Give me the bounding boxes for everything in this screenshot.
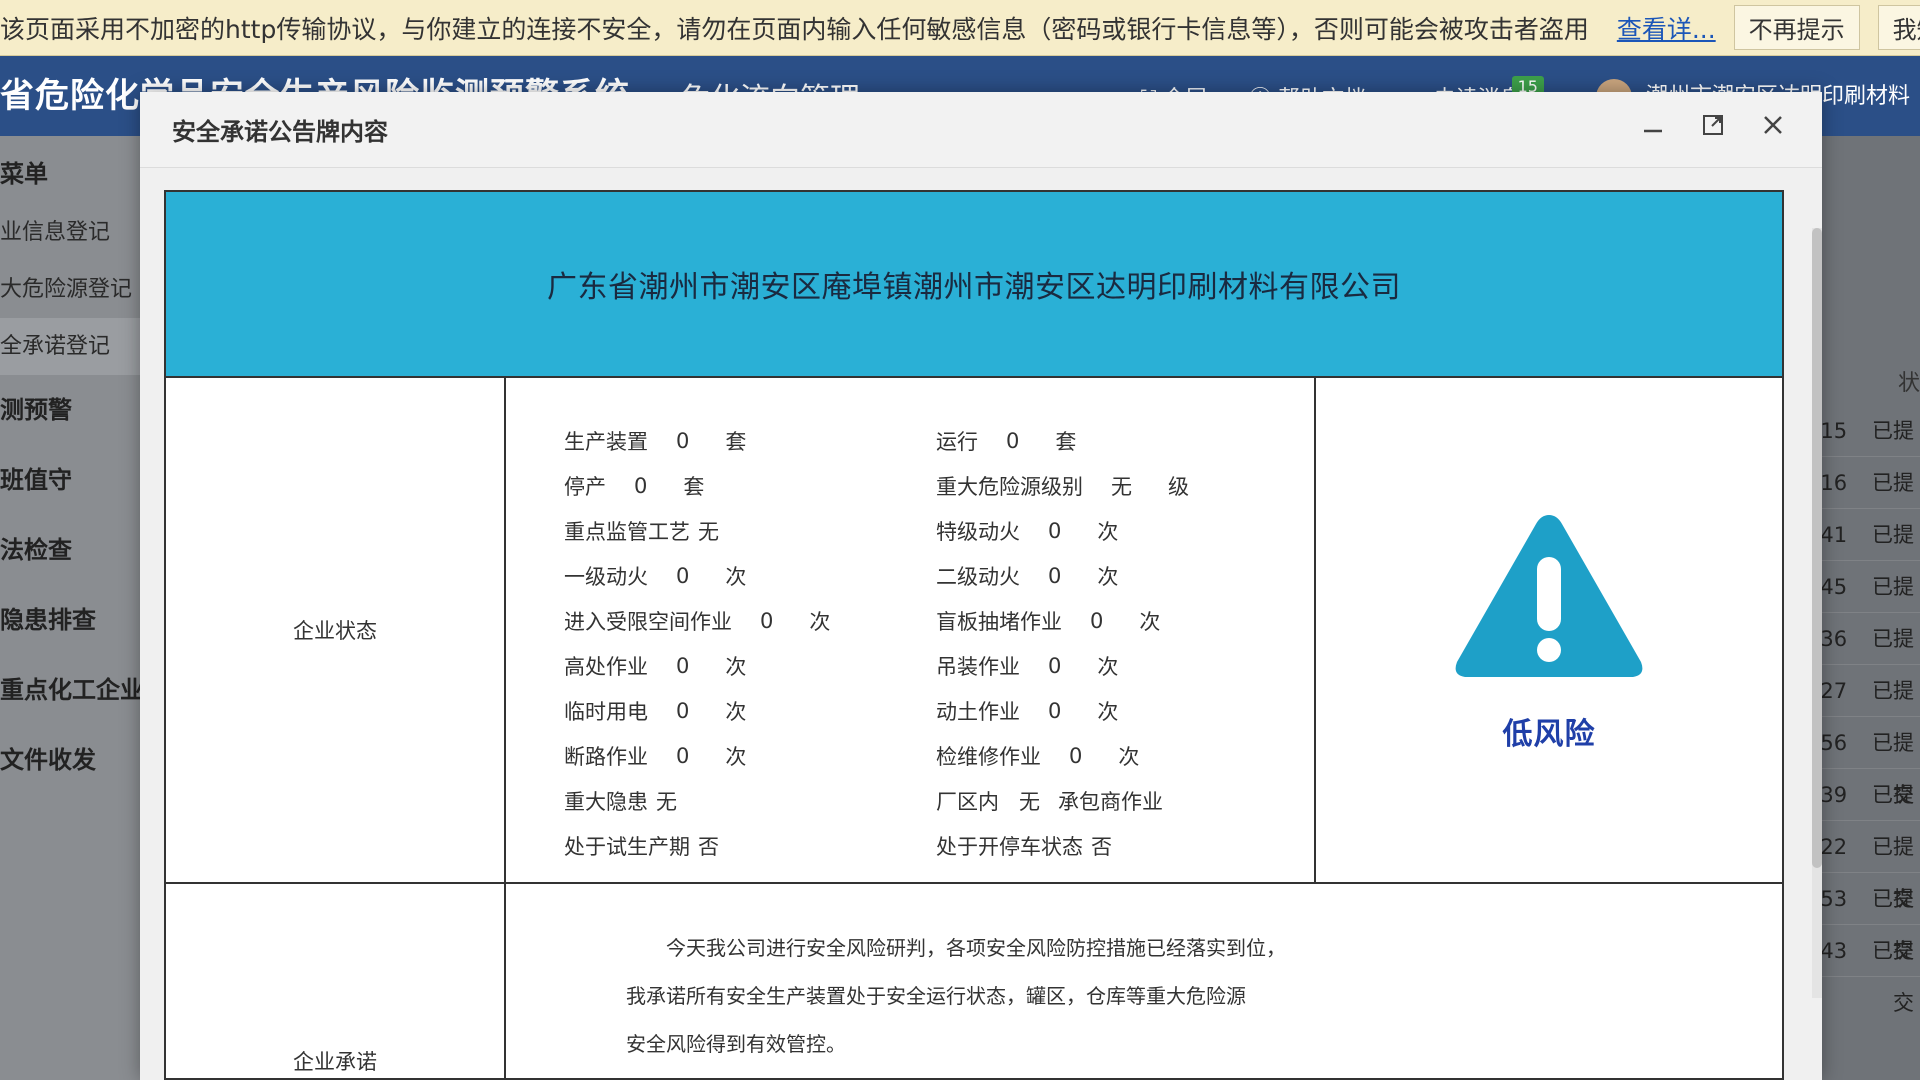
commitment-text: 今天我公司进行安全风险研判，各项安全风险防控措施已经落实到位， 我承诺所有安全生…: [506, 884, 1782, 1080]
field-contractor-work: 厂区内无承包商作业: [936, 789, 1163, 814]
field-confined-space: 进入受限空间作业 0 次: [564, 608, 831, 634]
table-status-header: 状: [1898, 371, 1920, 396]
dialog-body: 广东省潮州市潮安区庵埠镇潮州市潮安区达明印刷材料有限公司 企业状态 生产装置 0 套…: [140, 168, 1822, 1080]
dialog-title: 安全承诺公告牌内容: [172, 118, 388, 146]
warning-icon: [1449, 507, 1649, 691]
company-name: 广东省潮州市潮安区庵埠镇潮州市潮安区达明印刷材料有限公司: [547, 270, 1401, 305]
field-shutdown: 停产 0 套: [564, 473, 705, 499]
company-commitment-row: 企业承诺 今天我公司进行安全风险研判，各项安全风险防控措施已经落实到位， 我承诺…: [166, 884, 1782, 1080]
company-state-row: 企业状态 生产装置 0 套 停产 0 套 重点监管工艺无 一级动火 0 次 进入受限空间作业…: [166, 378, 1782, 884]
state-fields-left: 生产装置 0 套 停产 0 套 重点监管工艺无 一级动火 0 次 进入受限空间作业 0 次 高处…: [564, 418, 830, 868]
safety-commitment-dialog: 安全承诺公告牌内容 广东省潮州市潮安区庵埠镇潮州市潮安区达明印刷材料有限公司 企…: [140, 92, 1822, 1080]
acknowledge-button[interactable]: 我知道: [1877, 5, 1920, 50]
table-cell-status: 已提: [1872, 471, 1914, 495]
commitment-line: 今天我公司进行安全风险研判，各项安全风险防控措施已经落实到位，: [666, 936, 1286, 960]
field-earthwork: 动土作业 0 次: [936, 698, 1119, 724]
field-temp-power: 临时用电 0 次: [564, 698, 747, 724]
field-maintenance: 检维修作业 0 次: [936, 743, 1140, 769]
table-cell-status: 已提交: [1872, 939, 1914, 1015]
risk-level-label: 低风险: [1502, 717, 1596, 752]
company-state-label: 企业状态: [166, 378, 506, 882]
field-work-at-height: 高处作业 0 次: [564, 653, 747, 679]
commitment-line: 我承诺所有安全生产装置处于安全运行状态，罐区，仓库等重大危险源: [626, 984, 1246, 1008]
field-startup-shutdown: 处于开停车状态否: [936, 834, 1112, 859]
table-cell-status: 已提交: [1872, 835, 1914, 911]
close-icon[interactable]: [1758, 110, 1788, 140]
commitment-line: 安全风险得到有效管控。: [626, 1032, 846, 1056]
field-hazard-level: 重大危险源级别无级: [936, 474, 1189, 499]
browser-security-warning: 该页面采用不加密的http传输协议，与你建立的连接不安全，请勿在页面内输入任何敏…: [0, 0, 1920, 56]
table-cell-status: 已提: [1872, 575, 1914, 599]
dont-show-again-button[interactable]: 不再提示: [1733, 5, 1860, 50]
field-trial-production: 处于试生产期否: [564, 834, 719, 859]
company-banner: 广东省潮州市潮安区庵埠镇潮州市潮安区达明印刷材料有限公司: [166, 192, 1782, 378]
dialog-scrollbar-thumb[interactable]: [1812, 228, 1822, 868]
table-cell-status: 已提: [1872, 783, 1914, 807]
table-cell-status: 已提: [1872, 679, 1914, 703]
dialog-controls: [1638, 110, 1788, 140]
warning-details-link[interactable]: 查看详...: [1617, 10, 1716, 46]
field-production-units: 生产装置 0 套: [564, 428, 747, 454]
field-level1-hot-work: 一级动火 0 次: [564, 563, 747, 589]
company-state-data: 生产装置 0 套 停产 0 套 重点监管工艺无 一级动火 0 次 进入受限空间作业 0 次 高处…: [506, 378, 1316, 882]
field-lifting: 吊装作业 0 次: [936, 653, 1119, 679]
company-commitment-label: 企业承诺: [166, 884, 506, 1080]
commitment-board: 广东省潮州市潮安区庵埠镇潮州市潮安区达明印刷材料有限公司 企业状态 生产装置 0 套…: [164, 190, 1784, 1080]
table-cell-status: 已提: [1872, 627, 1914, 651]
field-special-hot-work: 特级动火 0 次: [936, 518, 1119, 544]
maximize-icon[interactable]: [1698, 110, 1728, 140]
field-blind-plate: 盲板抽堵作业 0 次: [936, 608, 1161, 634]
table-cell-status: 已提: [1872, 523, 1914, 547]
field-key-process: 重点监管工艺无: [564, 519, 719, 544]
dialog-titlebar[interactable]: 安全承诺公告牌内容: [140, 92, 1822, 168]
field-major-hazard: 重大隐患无: [564, 789, 677, 814]
minimize-icon[interactable]: [1638, 110, 1668, 140]
table-cell-status: 已提交: [1872, 887, 1914, 963]
state-fields-right: 运行 0 套 重大危险源级别无级 特级动火 0 次 二级动火 0 次 盲板抽堵作业 0 次 吊装…: [936, 418, 1189, 868]
field-running: 运行 0 套: [936, 428, 1077, 454]
table-cell-status: 已提交: [1872, 731, 1914, 807]
risk-panel: 低风险: [1316, 378, 1782, 882]
field-road-break: 断路作业 0 次: [564, 743, 747, 769]
warning-message: 该页面采用不加密的http传输协议，与你建立的连接不安全，请勿在页面内输入任何敏…: [0, 14, 1589, 44]
field-level2-hot-work: 二级动火 0 次: [936, 563, 1119, 589]
table-cell-status: 已提: [1872, 419, 1914, 443]
